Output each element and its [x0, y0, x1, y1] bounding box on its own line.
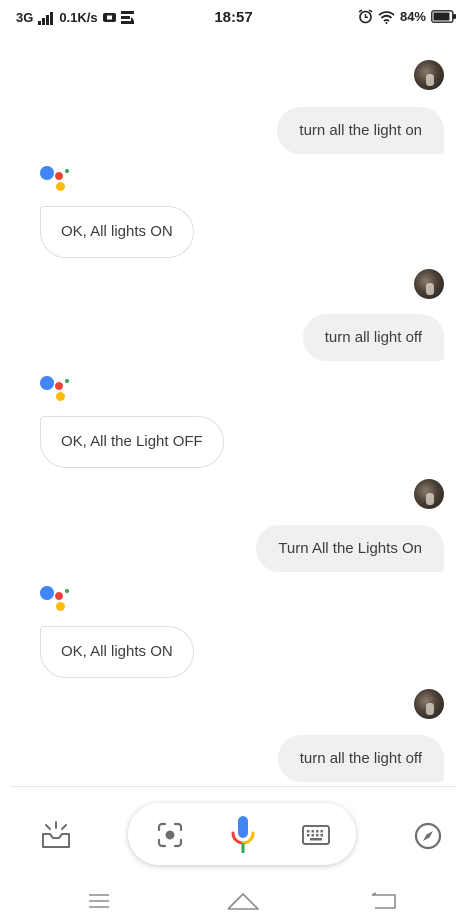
- user-avatar: [414, 479, 444, 509]
- assistant-logo-icon: [40, 164, 72, 196]
- user-message: turn all the light off: [277, 735, 444, 782]
- assistant-logo-icon: [40, 584, 72, 616]
- keyboard-icon[interactable]: [298, 819, 334, 851]
- assistant-message: OK, All the Light OFF: [40, 416, 224, 468]
- battery-percent: 84%: [399, 9, 426, 24]
- user-avatar: [414, 60, 444, 90]
- assistant-logo-icon: [40, 374, 72, 406]
- back-icon[interactable]: [368, 890, 400, 912]
- user-avatar: [414, 269, 444, 299]
- compass-icon[interactable]: [410, 819, 446, 853]
- updates-tray-icon[interactable]: [36, 817, 76, 853]
- system-nav-bar: [0, 880, 467, 922]
- home-icon[interactable]: [225, 888, 261, 914]
- user-message: turn all the light on: [277, 107, 444, 154]
- assistant-bottom-bar: [0, 787, 467, 865]
- user-message: turn all light off: [302, 314, 444, 361]
- user-message: Turn All the Lights On: [256, 525, 444, 572]
- wifi-icon: [378, 10, 395, 24]
- microphone-icon[interactable]: [225, 813, 261, 859]
- assistant-message: OK, All lights ON: [40, 626, 194, 678]
- lens-camera-icon[interactable]: [152, 819, 188, 851]
- menu-icon[interactable]: [84, 890, 114, 912]
- battery-icon: [431, 10, 456, 23]
- alarm-icon: [358, 9, 373, 24]
- conversation[interactable]: turn all the light on OK, All lights ON …: [0, 40, 467, 785]
- assistant-message: OK, All lights ON: [40, 206, 194, 258]
- status-right: 84%: [358, 9, 457, 24]
- user-avatar: [414, 689, 444, 719]
- status-bar: 3G 0.1K/s 18:57 84%: [0, 0, 467, 36]
